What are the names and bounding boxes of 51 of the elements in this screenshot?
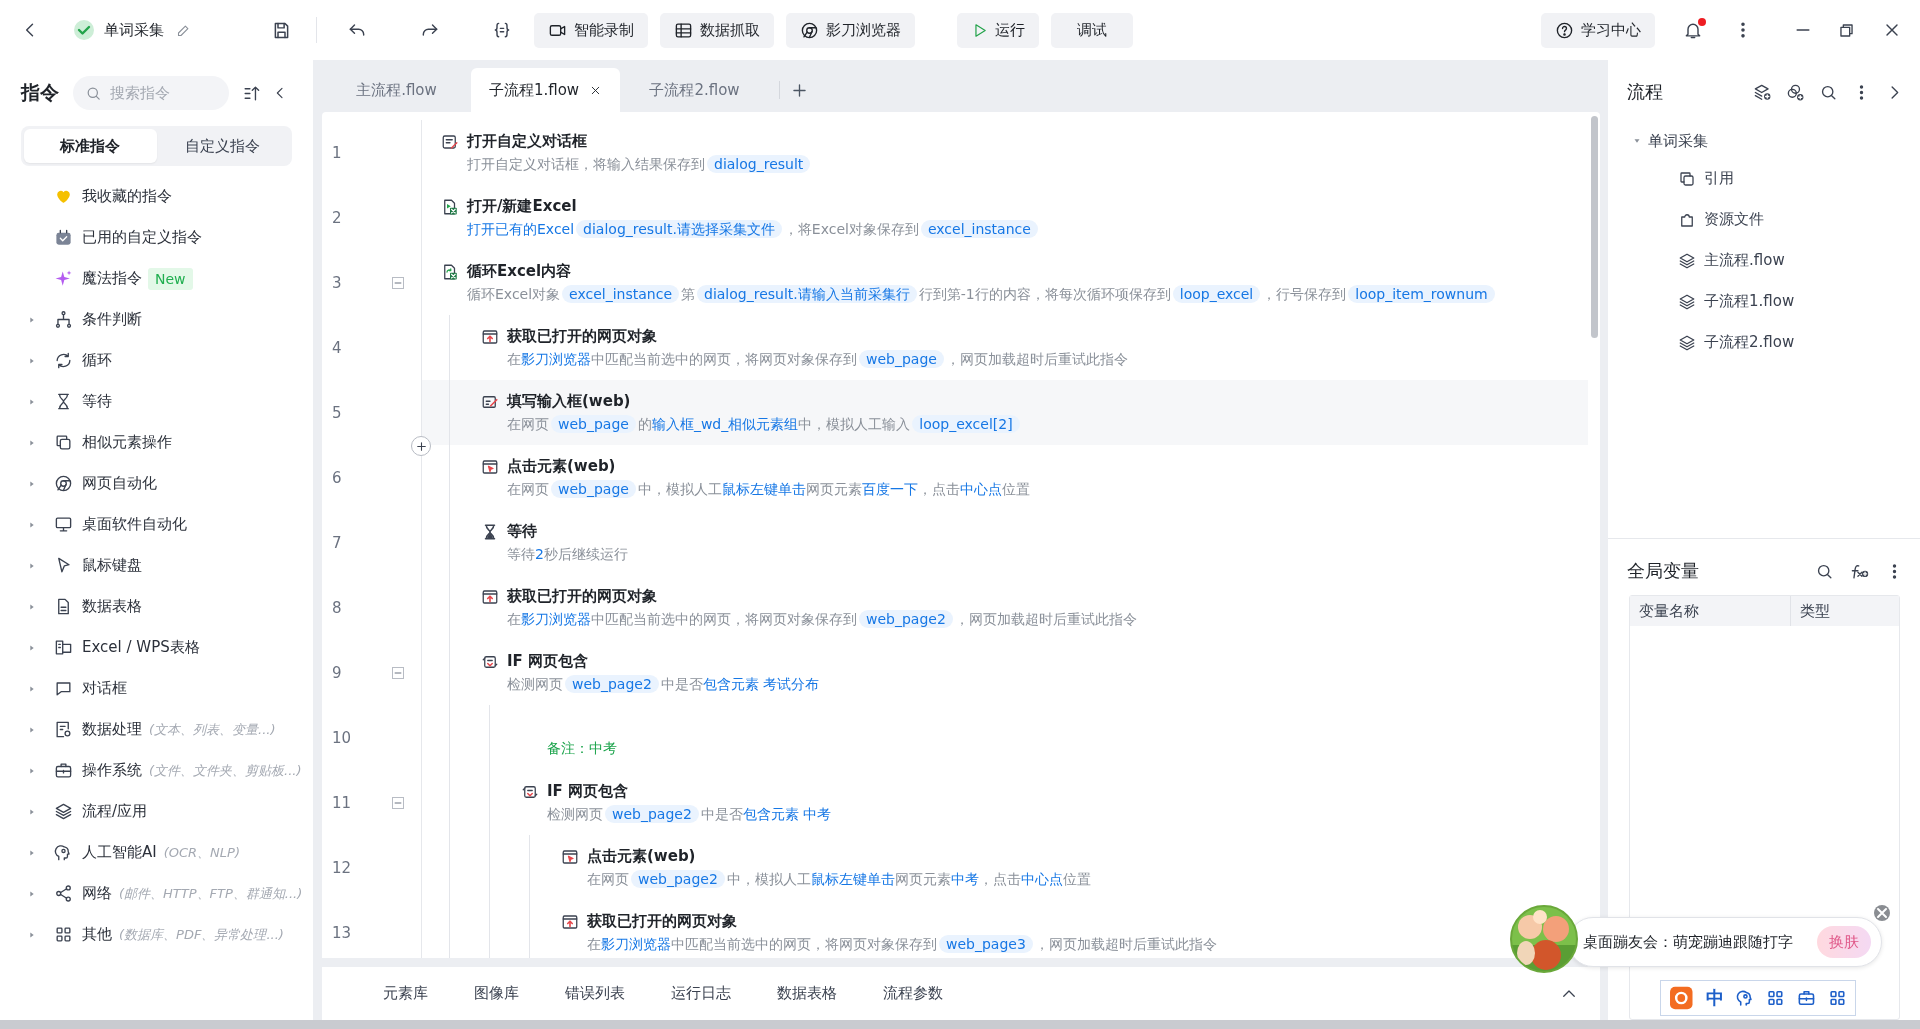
line-number: 7 bbox=[332, 533, 343, 552]
banner-text: 桌面蹦友会：萌宠蹦迪跟随打字 bbox=[1583, 932, 1794, 952]
category-hint: (文件、文件夹、剪贴板...) bbox=[149, 761, 302, 780]
category-hint: (文本、列表、变量...) bbox=[149, 720, 276, 739]
step-description: 检测网页 web_page2 中是否包含元素 考试分布 bbox=[507, 674, 820, 694]
line-number: 5 bbox=[332, 403, 343, 422]
line-number: 8 bbox=[332, 598, 343, 617]
category-hint: (OCR、NLP) bbox=[163, 843, 240, 862]
step-description: 在影刀浏览器中匹配当前选中的网页，将网页对象保存到 web_page2 ，网页加载超时后重试此指令 bbox=[507, 609, 1137, 629]
step-title: 循环Excel内容 bbox=[467, 261, 573, 281]
category-hint: (数据库、PDF、异常处理...) bbox=[119, 925, 284, 944]
step-title: 获取已打开的网页对象 bbox=[507, 326, 658, 346]
line-number: 1 bbox=[332, 143, 343, 162]
step-title: 填写输入框(web) bbox=[507, 391, 632, 411]
panel-title: 指令 bbox=[21, 80, 59, 105]
new-badge: New bbox=[148, 267, 193, 290]
panel-title: 流程 bbox=[1627, 80, 1664, 104]
line-number: 3 bbox=[332, 273, 343, 292]
line-number: 12 bbox=[332, 858, 353, 877]
step-description: 打开已有的Excel dialog_result.请选择采集文件 ，将Excel对象保存到 excel_instance bbox=[467, 219, 1040, 239]
step-description: 检测网页 web_page2 中是否包含元素 中考 bbox=[547, 804, 832, 824]
step-description: 在影刀浏览器中匹配当前选中的网页，将网页对象保存到 web_page3 ，网页加载超时后重试此指令 bbox=[587, 934, 1217, 954]
line-number: 11 bbox=[332, 793, 353, 812]
step-description: 等待2秒后继续运行 bbox=[507, 545, 628, 564]
step-title: 打开/新建Excel bbox=[467, 196, 578, 216]
step-description: 在网页 web_page2 中，模拟人工鼠标左键单击网页元素中考，点击中心点位置 bbox=[587, 869, 1091, 889]
step-title: 点击元素(web) bbox=[507, 456, 617, 476]
panel-title: 全局变量 bbox=[1627, 559, 1700, 583]
step-description: 在网页 web_page 中，模拟人工鼠标左键单击网页元素百度一下，点击中心点位置 bbox=[507, 479, 1030, 499]
step-title: IF 网页包含 bbox=[547, 781, 630, 801]
step-description: 打开自定义对话框，将输入结果保存到 dialog_result bbox=[467, 154, 813, 174]
line-number: 4 bbox=[332, 338, 343, 357]
line-number: 2 bbox=[332, 208, 343, 227]
step-title: 获取已打开的网页对象 bbox=[507, 586, 658, 606]
comment-text: 备注：中考 bbox=[547, 740, 617, 758]
project-title: 单词采集 bbox=[104, 20, 164, 40]
column-header: 类型 bbox=[1799, 601, 1830, 621]
step-description: 循环Excel对象 excel_instance 第 dialog_result.请输入当前采集行 行到第-1行的内容，将每次循环项保存到 loop_excel ，行号保存到 loop_item_rownum bbox=[467, 284, 1497, 304]
line-number: 10 bbox=[332, 728, 353, 747]
column-header: 变量名称 bbox=[1630, 596, 1791, 626]
category-hint: (邮件、HTTP、FTP、群通知...) bbox=[119, 884, 303, 903]
step-title: IF 网页包含 bbox=[507, 651, 590, 671]
step-description: 在网页 web_page 的输入框_wd_相似元素组中，模拟人工输入 loop_excel[2] bbox=[507, 414, 1022, 434]
step-title: 打开自定义对话框 bbox=[467, 131, 588, 151]
line-number: 13 bbox=[332, 923, 353, 942]
step-title: 获取已打开的网页对象 bbox=[587, 911, 738, 931]
step-description: 在影刀浏览器中匹配当前选中的网页，将网页对象保存到 web_page ，网页加载超时后重试此指令 bbox=[507, 349, 1128, 369]
step-title: 点击元素(web) bbox=[587, 846, 697, 866]
step-title: 等待 bbox=[507, 521, 538, 541]
line-number: 9 bbox=[332, 663, 343, 682]
line-number: 6 bbox=[332, 468, 343, 487]
